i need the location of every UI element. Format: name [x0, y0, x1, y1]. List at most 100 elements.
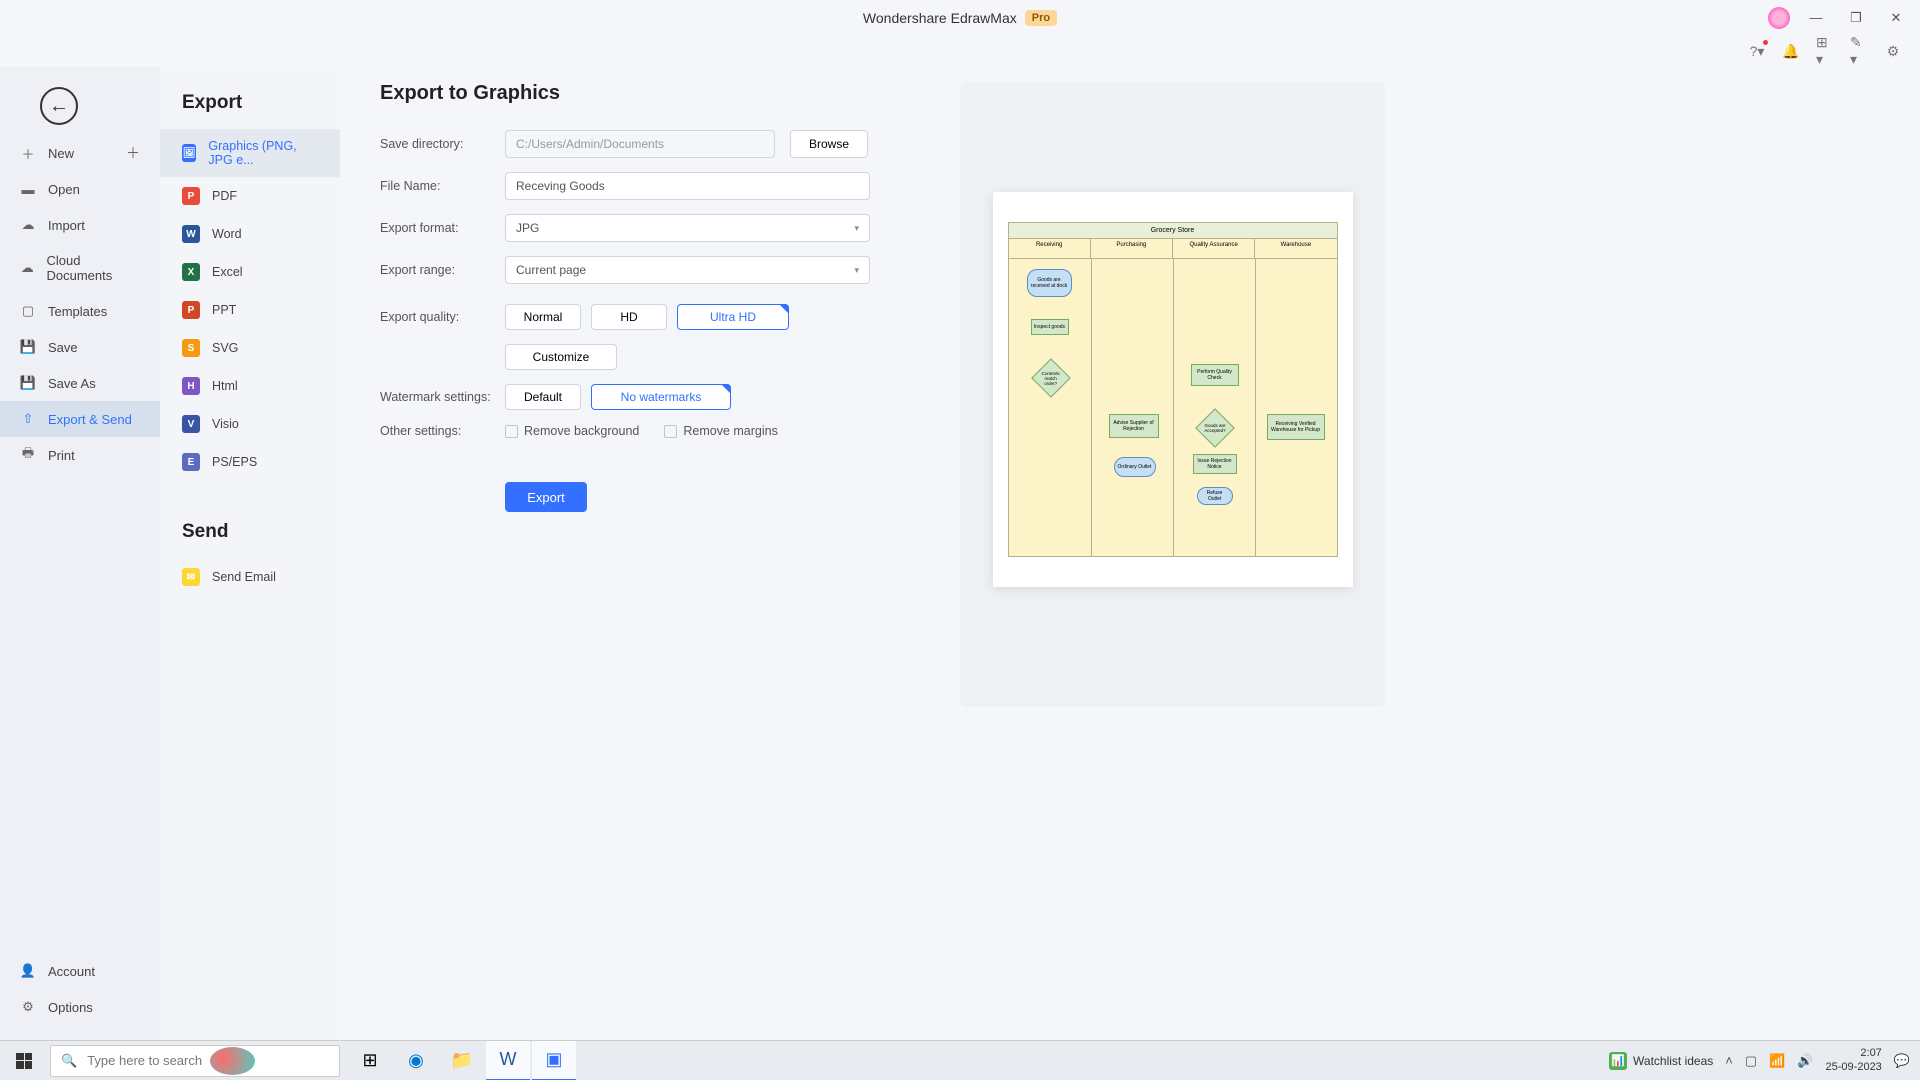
file-item-save[interactable]: 💾 Save	[0, 329, 160, 365]
ppt-icon: P	[182, 301, 200, 319]
remove-margins-label: Remove margins	[683, 424, 777, 438]
export-item-pdf[interactable]: P PDF	[160, 177, 340, 215]
export-item-word[interactable]: W Word	[160, 215, 340, 253]
maximize-button[interactable]: ❐	[1842, 4, 1870, 32]
file-item-saveas[interactable]: 💾 Save As	[0, 365, 160, 401]
browse-button[interactable]: Browse	[790, 130, 868, 158]
pro-badge: Pro	[1025, 10, 1057, 26]
quality-ultrahd[interactable]: Ultra HD	[677, 304, 789, 330]
bell-icon[interactable]: 🔔	[1782, 42, 1800, 60]
edge-icon[interactable]: ◉	[394, 1041, 438, 1080]
toolbar-row: ? ▾ 🔔 ⊞ ▾ ✎ ▾ ⚙	[0, 35, 1920, 67]
export-label: Visio	[212, 417, 239, 431]
watchlist-label: Watchlist ideas	[1633, 1054, 1713, 1068]
chevron-down-icon: ▾	[854, 223, 859, 234]
row-format: Export format: JPG ▾	[380, 214, 900, 242]
chevron-down-icon: ▾	[854, 265, 859, 276]
watermark-none[interactable]: No watermarks	[591, 384, 731, 410]
filename-input[interactable]	[505, 172, 870, 200]
form-panel: Export to Graphics Save directory: Brows…	[380, 82, 900, 1040]
export-label: Html	[212, 379, 238, 393]
row-watermark: Watermark settings: Default No watermark…	[380, 384, 900, 410]
range-select[interactable]: Current page ▾	[505, 256, 870, 284]
export-button[interactable]: Export	[505, 482, 587, 512]
templates-icon: ▢	[20, 303, 36, 319]
print-icon: 🖶	[20, 447, 36, 463]
export-item-excel[interactable]: X Excel	[160, 253, 340, 291]
apps-icon[interactable]: ⊞ ▾	[1816, 42, 1834, 60]
watchlist-widget[interactable]: 📊 Watchlist ideas	[1609, 1052, 1713, 1070]
taskbar-search[interactable]: 🔍 Type here to search	[50, 1045, 340, 1077]
quality-normal[interactable]: Normal	[505, 304, 581, 330]
file-item-import[interactable]: ☁ Import	[0, 207, 160, 243]
word-task-icon[interactable]: W	[486, 1041, 530, 1080]
taskview-icon[interactable]: ⊞	[348, 1041, 392, 1080]
pdf-icon: P	[182, 187, 200, 205]
explorer-icon[interactable]: 📁	[440, 1041, 484, 1080]
row-range: Export range: Current page ▾	[380, 256, 900, 284]
file-item-open[interactable]: ▬ Open	[0, 171, 160, 207]
file-item-export[interactable]: ⇧ Export & Send	[0, 401, 160, 437]
file-item-cloud[interactable]: ☁ Cloud Documents	[0, 243, 160, 293]
close-button[interactable]: ✕	[1882, 4, 1910, 32]
feedback-icon[interactable]: ✎ ▾	[1850, 42, 1868, 60]
file-label: Open	[48, 182, 80, 197]
file-item-templates[interactable]: ▢ Templates	[0, 293, 160, 329]
tray-wifi-icon[interactable]: 📶	[1769, 1053, 1785, 1069]
cloud-icon: ☁	[20, 260, 34, 276]
open-icon: ▬	[20, 181, 36, 197]
remove-bg-checkbox[interactable]: Remove background	[505, 424, 639, 438]
export-item-ppt[interactable]: P PPT	[160, 291, 340, 329]
export-item-email[interactable]: ✉ Send Email	[160, 558, 340, 596]
minimize-button[interactable]: —	[1802, 4, 1830, 32]
fc-shape: Receiving Verified Warehouse for Pickup	[1267, 414, 1325, 440]
checkbox-icon	[664, 425, 677, 438]
selected-mark-icon	[721, 384, 731, 394]
fc-shape: Perform Quality Check	[1191, 364, 1239, 386]
edrawmax-task-icon[interactable]: ▣	[532, 1041, 576, 1080]
back-button[interactable]: ←	[40, 87, 78, 125]
file-item-account[interactable]: 👤 Account	[0, 953, 160, 989]
titlebar: Wondershare EdrawMax Pro — ❐ ✕	[0, 0, 1920, 35]
watermark-default[interactable]: Default	[505, 384, 581, 410]
export-item-pseps[interactable]: E PS/EPS	[160, 443, 340, 481]
export-item-html[interactable]: H Html	[160, 367, 340, 405]
notifications-icon[interactable]: 💬	[1894, 1053, 1910, 1069]
export-item-graphics[interactable]: 🖼 Graphics (PNG, JPG e...	[160, 129, 340, 177]
visio-icon: V	[182, 415, 200, 433]
format-label: Export format:	[380, 221, 505, 235]
tray-meet-icon[interactable]: ▢	[1745, 1053, 1757, 1069]
file-label: Templates	[48, 304, 107, 319]
fc-shape: Goods are Accepted?	[1195, 408, 1235, 448]
file-item-options[interactable]: ⚙ Options	[0, 989, 160, 1025]
tray-volume-icon[interactable]: 🔊	[1797, 1053, 1813, 1069]
search-icon: 🔍	[61, 1053, 77, 1069]
main: ← ＋ New ＋ ▬ Open ☁ Import ☁ Cloud Docume…	[0, 67, 1920, 1040]
file-item-new[interactable]: ＋ New ＋	[0, 135, 160, 171]
avatar[interactable]	[1768, 7, 1790, 29]
help-icon[interactable]: ? ▾	[1748, 42, 1766, 60]
save-dir-input[interactable]	[505, 130, 775, 158]
sidebar-file: ← ＋ New ＋ ▬ Open ☁ Import ☁ Cloud Docume…	[0, 67, 160, 1040]
export-icon: ⇧	[20, 411, 36, 427]
start-button[interactable]	[0, 1041, 48, 1080]
plus-icon[interactable]: ＋	[126, 143, 140, 163]
filename-label: File Name:	[380, 179, 505, 193]
clock-time: 2:07	[1826, 1047, 1882, 1060]
settings-icon[interactable]: ⚙	[1884, 42, 1902, 60]
export-item-svg[interactable]: S SVG	[160, 329, 340, 367]
format-select[interactable]: JPG ▾	[505, 214, 870, 242]
tray-chevron-icon[interactable]: ˄	[1725, 1053, 1733, 1068]
remove-margins-checkbox[interactable]: Remove margins	[664, 424, 777, 438]
clock-date: 25-09-2023	[1826, 1061, 1882, 1074]
saveas-icon: 💾	[20, 375, 36, 391]
range-value: Current page	[516, 263, 586, 277]
fc-shape: Ordinary Outlet	[1114, 457, 1156, 477]
export-item-visio[interactable]: V Visio	[160, 405, 340, 443]
customize-button[interactable]: Customize	[505, 344, 617, 370]
file-item-print[interactable]: 🖶 Print	[0, 437, 160, 473]
send-section-title: Send	[160, 511, 340, 558]
file-label: Save As	[48, 376, 96, 391]
clock[interactable]: 2:07 25-09-2023	[1826, 1047, 1882, 1073]
quality-hd[interactable]: HD	[591, 304, 667, 330]
